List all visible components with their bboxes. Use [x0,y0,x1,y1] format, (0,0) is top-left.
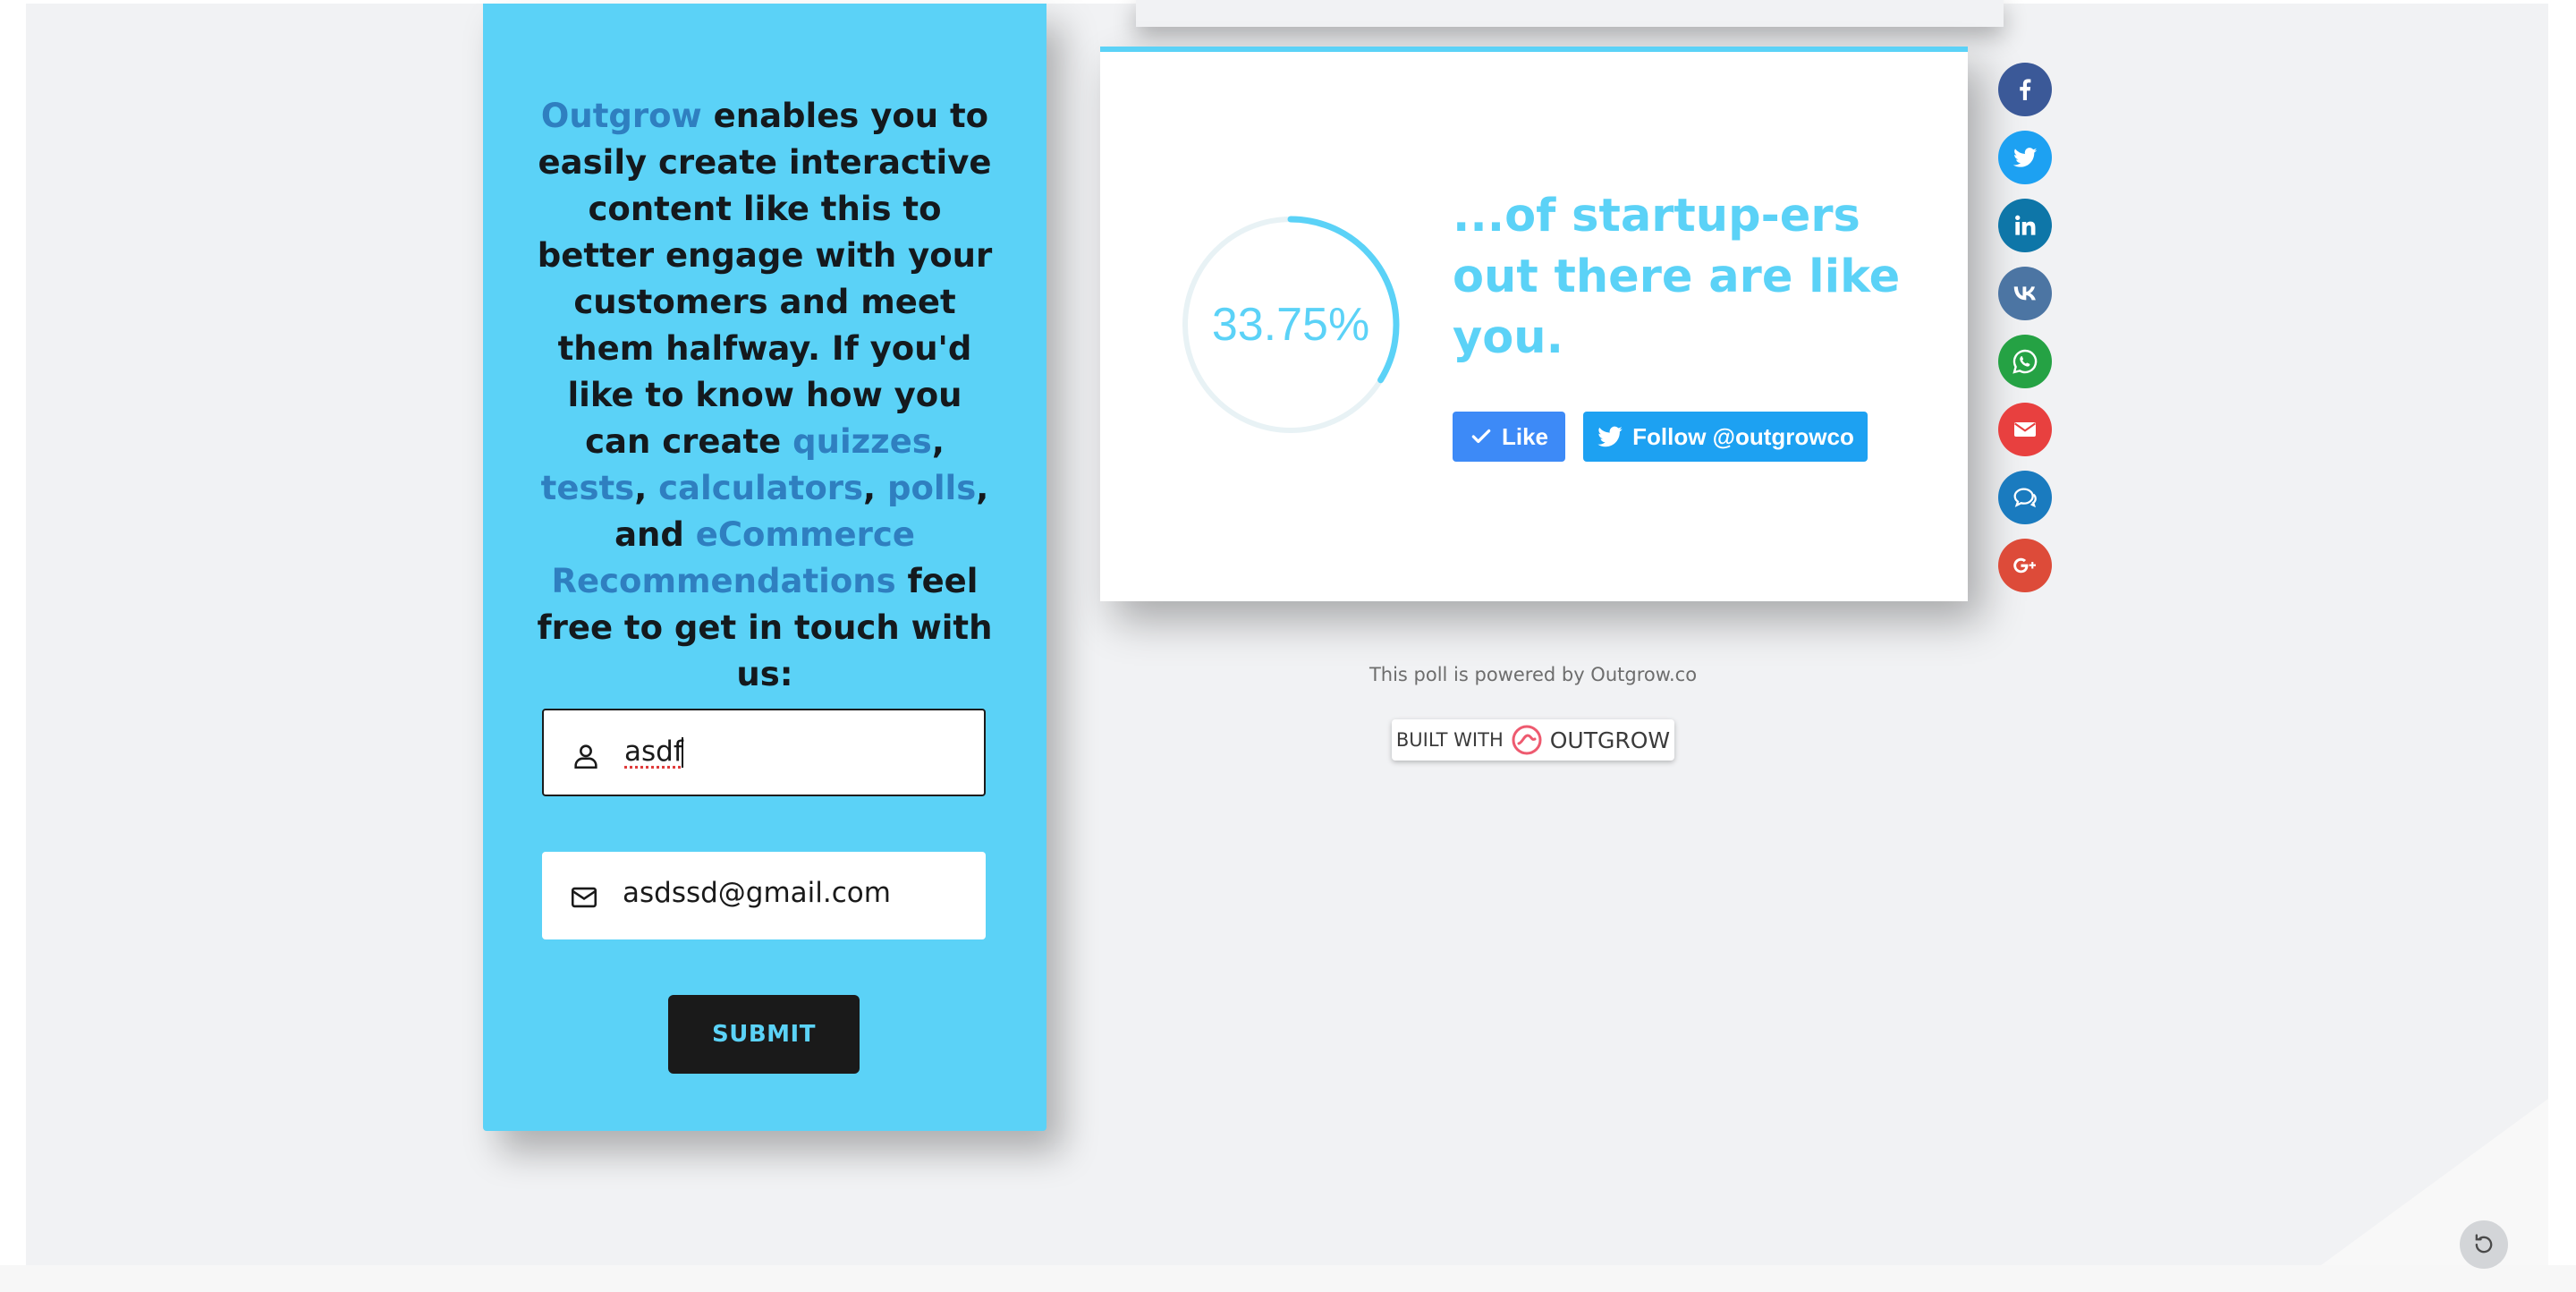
check-icon [1471,429,1491,444]
twitter-icon [2012,148,2038,167]
follow-label: Follow @outgrowco [1632,422,1854,450]
built-with-label: BUILT WITH [1395,729,1504,751]
share-google-plus-button[interactable] [1998,539,2052,592]
lead-text-segment: , [634,469,659,507]
share-twitter-button[interactable] [1998,131,2052,184]
share-linkedin-button[interactable] [1998,199,2052,252]
built-with-outgrow-badge[interactable]: BUILT WITH OUTGROW [1392,719,1674,761]
linkedin-icon [2015,215,2036,235]
twitter-follow-button[interactable]: Follow @outgrowco [1583,412,1868,462]
previous-card-edge [1136,0,2004,27]
lead-form-panel: Outgrow enables you to easily create int… [483,4,1046,1131]
percent-label: 33.75% [1211,299,1370,351]
lead-text-link[interactable]: polls [887,469,976,507]
lead-text-segment: enables you to easily create interactive… [537,97,993,461]
mail-icon [571,887,597,908]
name-field[interactable]: asdf [542,709,986,796]
like-label: Like [1501,422,1549,450]
name-input-value[interactable]: asdf [624,735,683,768]
lead-text-link[interactable]: tests [541,469,635,507]
share-vk-button[interactable] [1998,267,2052,320]
twitter-icon [1597,426,1623,447]
lead-text-link[interactable]: calculators [658,469,863,507]
text-caret [682,737,683,768]
lead-text-segment: , [863,469,887,507]
email-field[interactable]: asdssd@gmail.com [542,852,986,939]
like-button[interactable]: Like [1453,412,1565,462]
lead-text-segment: , [931,422,945,461]
share-whatsapp-button[interactable] [1998,335,2052,388]
lead-text-link[interactable]: quizzes [792,422,932,461]
corner-fold [2321,1099,2548,1265]
email-input-value[interactable]: asdssd@gmail.com [623,877,891,909]
refresh-button[interactable] [2460,1220,2508,1269]
comments-icon [2013,488,2037,508]
lead-text-link[interactable]: Outgrow [541,97,702,135]
bottom-strip [0,1265,2576,1292]
share-email-button[interactable] [1998,403,2052,456]
email-icon [2014,422,2036,437]
facebook-icon [2020,79,2031,100]
outgrow-brand: OUTGROW [1549,727,1671,753]
result-card: 33.75% ...of startup-ers out there are l… [1100,47,1968,601]
outgrow-logo-icon [1512,725,1542,755]
submit-button[interactable]: SUBMIT [668,995,860,1074]
result-heading: ...of startup-ers out there are like you… [1453,190,1901,364]
share-comments-button[interactable] [1998,471,2052,524]
vk-icon [2013,286,2036,301]
refresh-icon [2475,1234,2493,1254]
share-facebook-button[interactable] [1998,63,2052,116]
user-icon [574,744,597,769]
google-plus-icon [2013,557,2036,574]
whatsapp-icon [2012,349,2038,374]
lead-form-description: Outgrow enables you to easily create int… [537,93,993,698]
lead-text-link[interactable]: eCommerce Recommendations [552,515,915,600]
powered-by-text: This poll is powered by Outgrow.co [1368,664,1698,685]
